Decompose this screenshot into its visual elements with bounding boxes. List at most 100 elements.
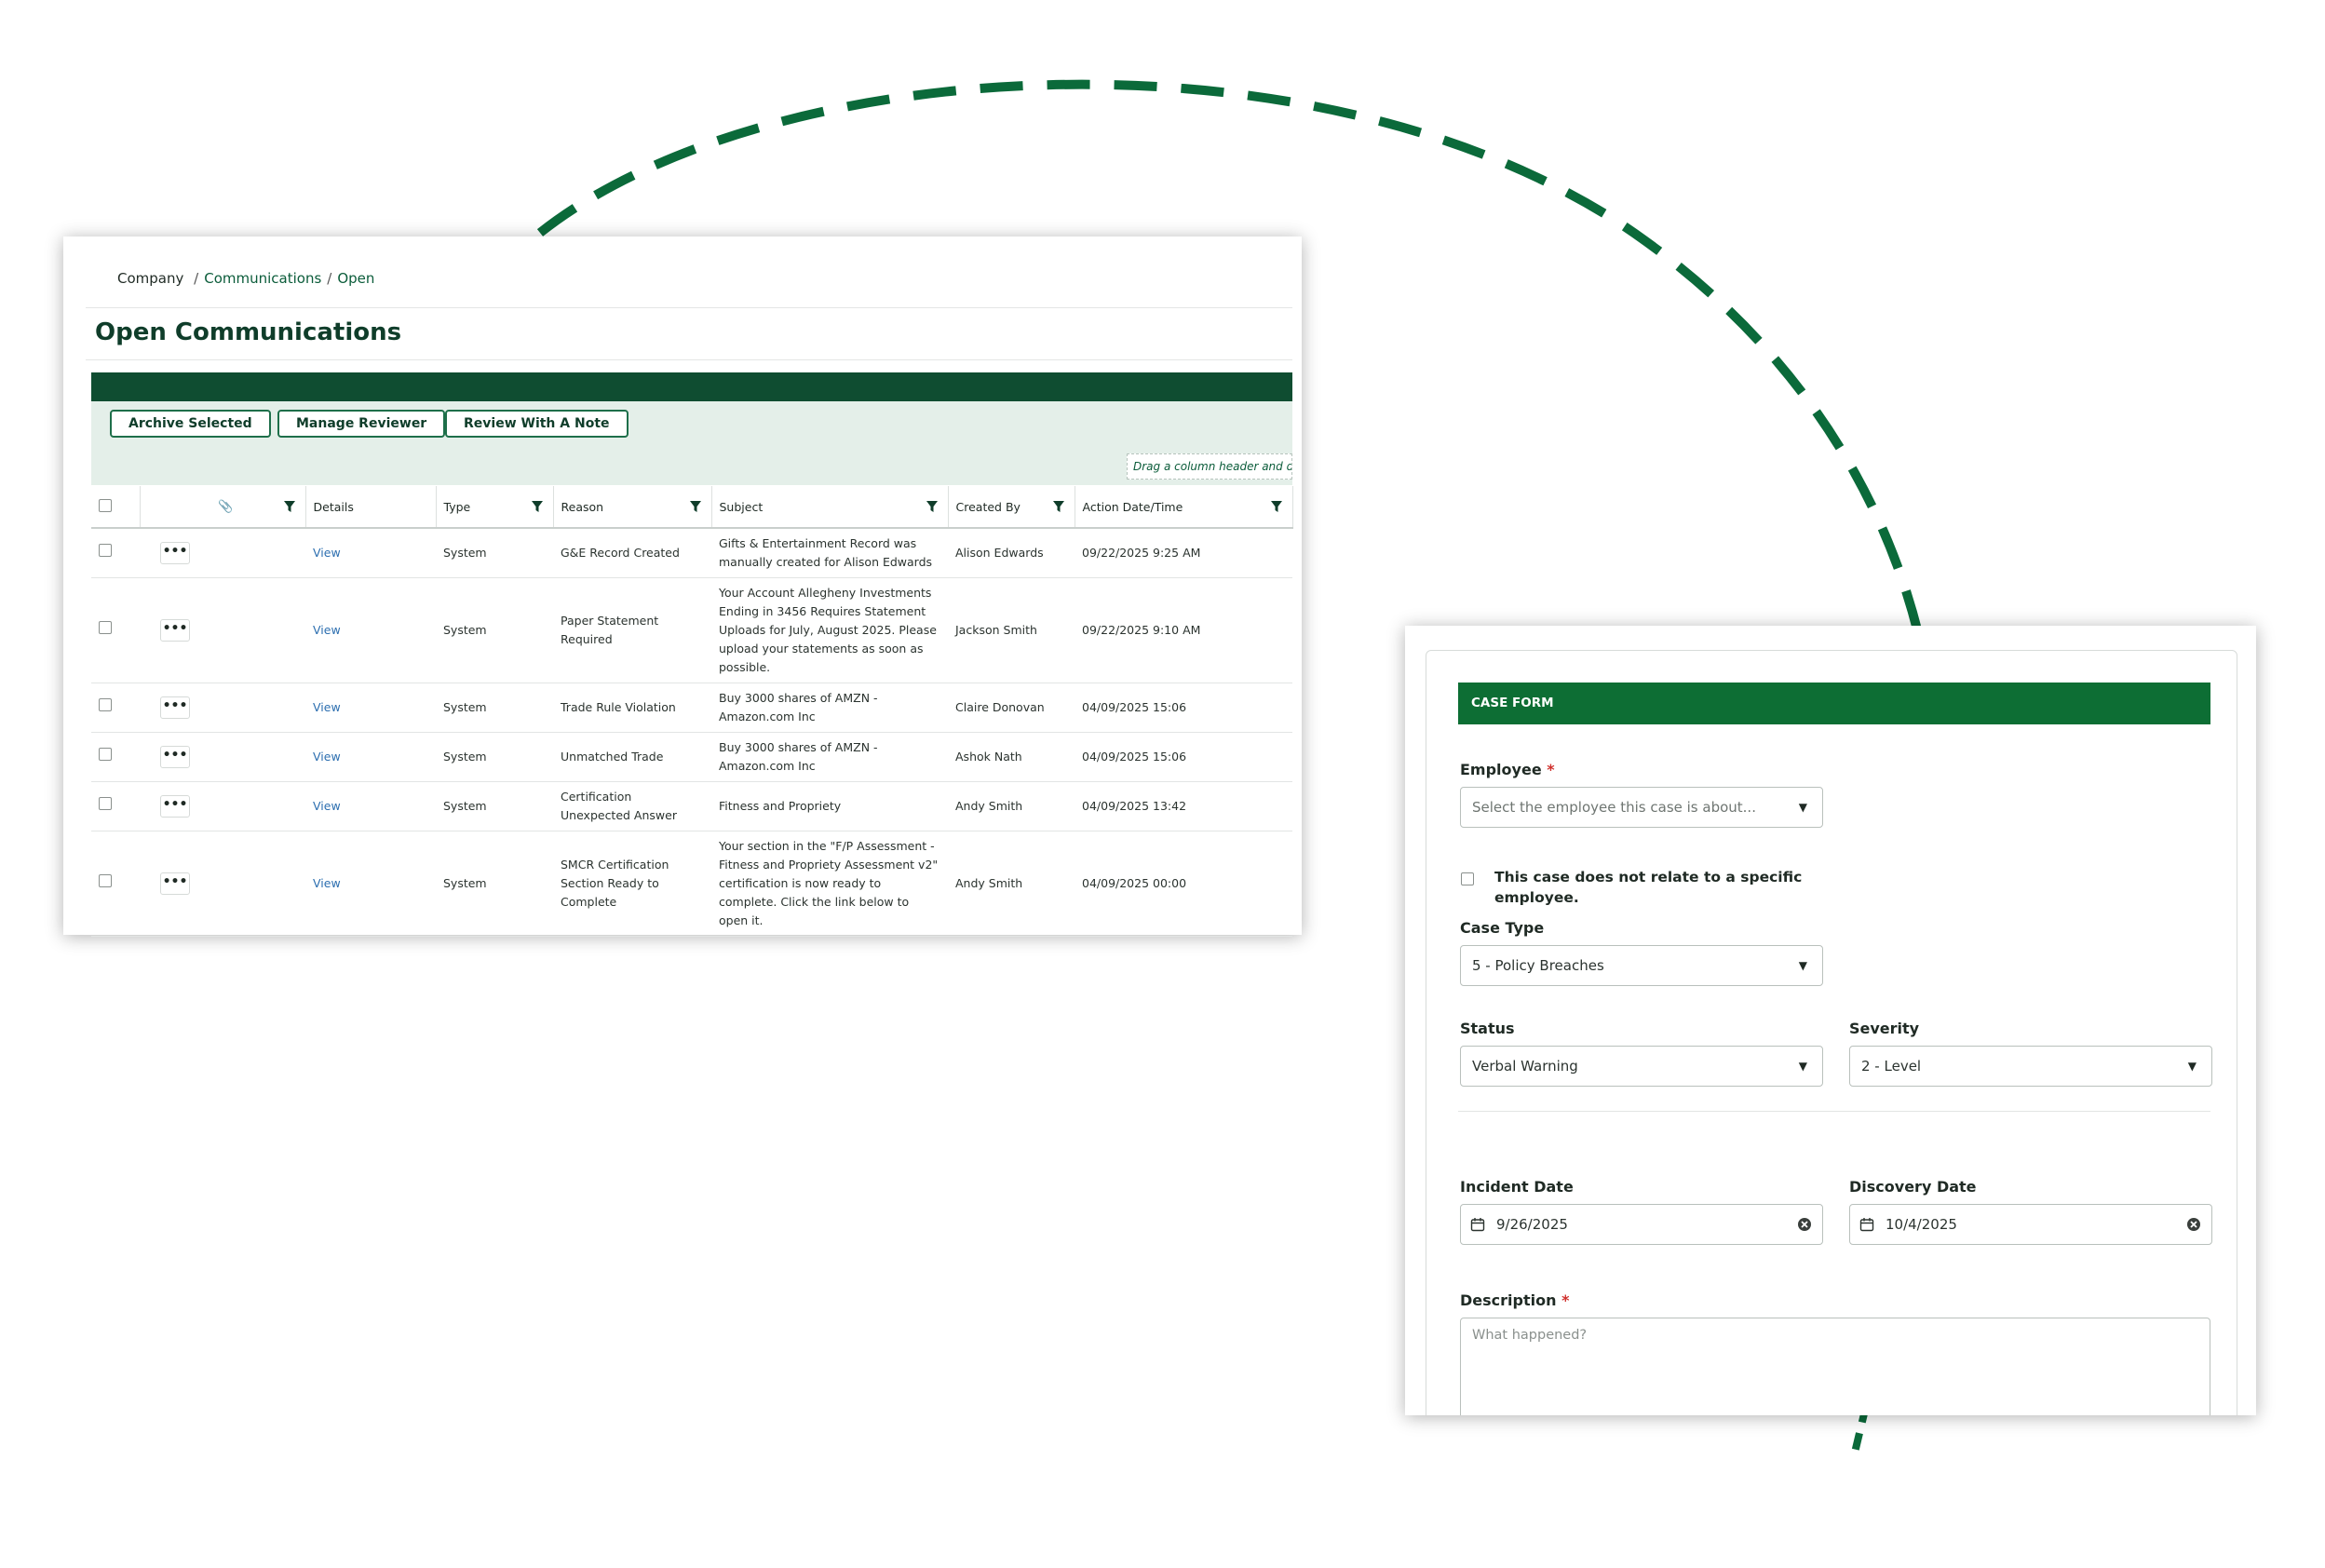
datetime-cell: 04/09/2025 13:42 <box>1075 781 1292 831</box>
attachment-cell <box>210 781 305 831</box>
created-by-cell: Andy Smith <box>948 781 1075 831</box>
description-label-text: Description <box>1460 1291 1557 1309</box>
created-by-cell: Alison Edwards <box>948 528 1075 578</box>
employee-label: Employee * <box>1460 761 1555 778</box>
incident-date-value: 9/26/2025 <box>1496 1216 1568 1233</box>
view-link[interactable]: View <box>313 623 341 637</box>
datetime-cell: 09/22/2025 9:10 AM <box>1075 577 1292 683</box>
details-cell: View <box>305 683 436 733</box>
subject-cell: Buy 3000 shares of AMZN - Amazon.com Inc <box>711 732 948 782</box>
reason-cell: Unmatched Trade <box>553 732 711 782</box>
breadcrumb-company[interactable]: Company <box>117 270 183 287</box>
attachment-cell <box>210 732 305 782</box>
employee-label-text: Employee <box>1460 761 1542 778</box>
reason-cell: G&E Record Created <box>553 528 711 578</box>
paperclip-icon: 📎 <box>218 500 234 514</box>
case-type-select[interactable]: 5 - Policy Breaches ▼ <box>1460 945 1823 986</box>
row-checkbox[interactable] <box>99 874 112 887</box>
filter-icon[interactable] <box>1052 500 1065 513</box>
details-header[interactable]: Details <box>305 486 437 529</box>
actions-header <box>140 486 210 529</box>
type-cell: System <box>436 577 553 683</box>
action-datetime-header[interactable]: Action Date/Time <box>1075 486 1293 529</box>
subject-cell: Buy 3000 shares of AMZN - Amazon.com Inc <box>711 683 948 733</box>
row-select-cell <box>91 683 140 733</box>
created-by-cell: Andy Smith <box>948 831 1075 937</box>
row-checkbox[interactable] <box>99 797 112 810</box>
table-row: ••• View System G&E Record Created Gifts… <box>91 528 1292 578</box>
view-link[interactable]: View <box>313 750 341 764</box>
incident-date-input[interactable]: 9/26/2025 <box>1460 1204 1823 1245</box>
row-actions-cell: ••• <box>140 577 210 683</box>
type-cell: System <box>436 528 553 578</box>
row-actions-button[interactable]: ••• <box>160 696 190 719</box>
required-marker: * <box>1547 761 1555 778</box>
type-cell: System <box>436 781 553 831</box>
employee-select[interactable]: Select the employee this case is about..… <box>1460 787 1823 828</box>
discovery-date-value: 10/4/2025 <box>1886 1216 1957 1233</box>
row-actions-button[interactable]: ••• <box>160 746 190 768</box>
filter-icon[interactable] <box>1270 500 1283 513</box>
review-with-note-button[interactable]: Review With A Note <box>445 410 629 438</box>
divider <box>86 307 1292 308</box>
row-checkbox[interactable] <box>99 698 112 711</box>
open-communications-panel: Company / Communications / Open Open Commun… <box>63 237 1302 937</box>
reason-cell: Certification Unexpected Answer <box>553 781 711 831</box>
datetime-cell: 04/09/2025 15:06 <box>1075 732 1292 782</box>
attachment-header[interactable]: 📎 <box>210 486 306 529</box>
column-label: Created By <box>955 499 1021 514</box>
row-select-cell <box>91 577 140 683</box>
row-actions-button[interactable]: ••• <box>160 619 190 642</box>
subject-header[interactable]: Subject <box>711 486 949 529</box>
created-by-cell: Jackson Smith <box>948 577 1075 683</box>
case-form-header: CASE FORM <box>1458 683 2210 724</box>
subject-cell: Fitness and Propriety <box>711 781 948 831</box>
column-label: Subject <box>719 499 764 514</box>
view-link[interactable]: View <box>313 546 341 560</box>
severity-value: 2 - Level <box>1861 1058 1922 1075</box>
details-cell: View <box>305 528 436 578</box>
no-employee-checkbox[interactable] <box>1461 872 1474 885</box>
status-label: Status <box>1460 1020 1515 1037</box>
view-link[interactable]: View <box>313 700 341 714</box>
filter-icon[interactable] <box>531 500 544 513</box>
chevron-down-icon: ▼ <box>1798 801 1807 814</box>
type-header[interactable]: Type <box>436 486 554 529</box>
row-checkbox[interactable] <box>99 621 112 634</box>
reason-cell: Paper Statement Required <box>553 577 711 683</box>
filter-icon[interactable] <box>283 500 296 513</box>
archive-selected-button[interactable]: Archive Selected <box>110 410 271 438</box>
section-divider <box>1458 1111 2210 1112</box>
grid-header-bar <box>91 372 1292 401</box>
status-select[interactable]: Verbal Warning ▼ <box>1460 1046 1823 1087</box>
group-drop-zone[interactable]: Drag a column header and drop it here to… <box>1127 453 1292 480</box>
clear-circle-icon[interactable] <box>1796 1216 1813 1233</box>
row-checkbox[interactable] <box>99 748 112 761</box>
employee-select-placeholder: Select the employee this case is about..… <box>1472 799 1756 816</box>
filter-icon[interactable] <box>926 500 939 513</box>
row-checkbox[interactable] <box>99 544 112 557</box>
row-actions-button[interactable]: ••• <box>160 542 190 564</box>
severity-select[interactable]: 2 - Level ▼ <box>1849 1046 2212 1087</box>
manage-reviewer-button[interactable]: Manage Reviewer <box>277 410 446 438</box>
reason-header[interactable]: Reason <box>553 486 712 529</box>
column-label: Type <box>443 499 471 514</box>
attachment-cell <box>210 577 305 683</box>
created-by-header[interactable]: Created By <box>948 486 1075 529</box>
subject-cell: Your Account Allegheny Investments Endin… <box>711 577 948 683</box>
select-all-checkbox[interactable] <box>99 498 112 512</box>
description-textarea[interactable]: What happened? <box>1460 1318 2210 1415</box>
type-cell: System <box>436 831 553 937</box>
filter-icon[interactable] <box>689 500 702 513</box>
status-value: Verbal Warning <box>1472 1058 1578 1075</box>
breadcrumb-communications[interactable]: Communications <box>204 270 321 287</box>
view-link[interactable]: View <box>313 799 341 813</box>
row-actions-button[interactable]: ••• <box>160 872 190 895</box>
reason-cell: SMCR Certification Section Ready to Comp… <box>553 831 711 937</box>
row-actions-cell: ••• <box>140 528 210 578</box>
clear-circle-icon[interactable] <box>2185 1216 2202 1233</box>
view-link[interactable]: View <box>313 876 341 890</box>
discovery-date-input[interactable]: 10/4/2025 <box>1849 1204 2212 1245</box>
row-actions-button[interactable]: ••• <box>160 795 190 818</box>
table-row: ••• View System Trade Rule Violation Buy… <box>91 683 1292 733</box>
